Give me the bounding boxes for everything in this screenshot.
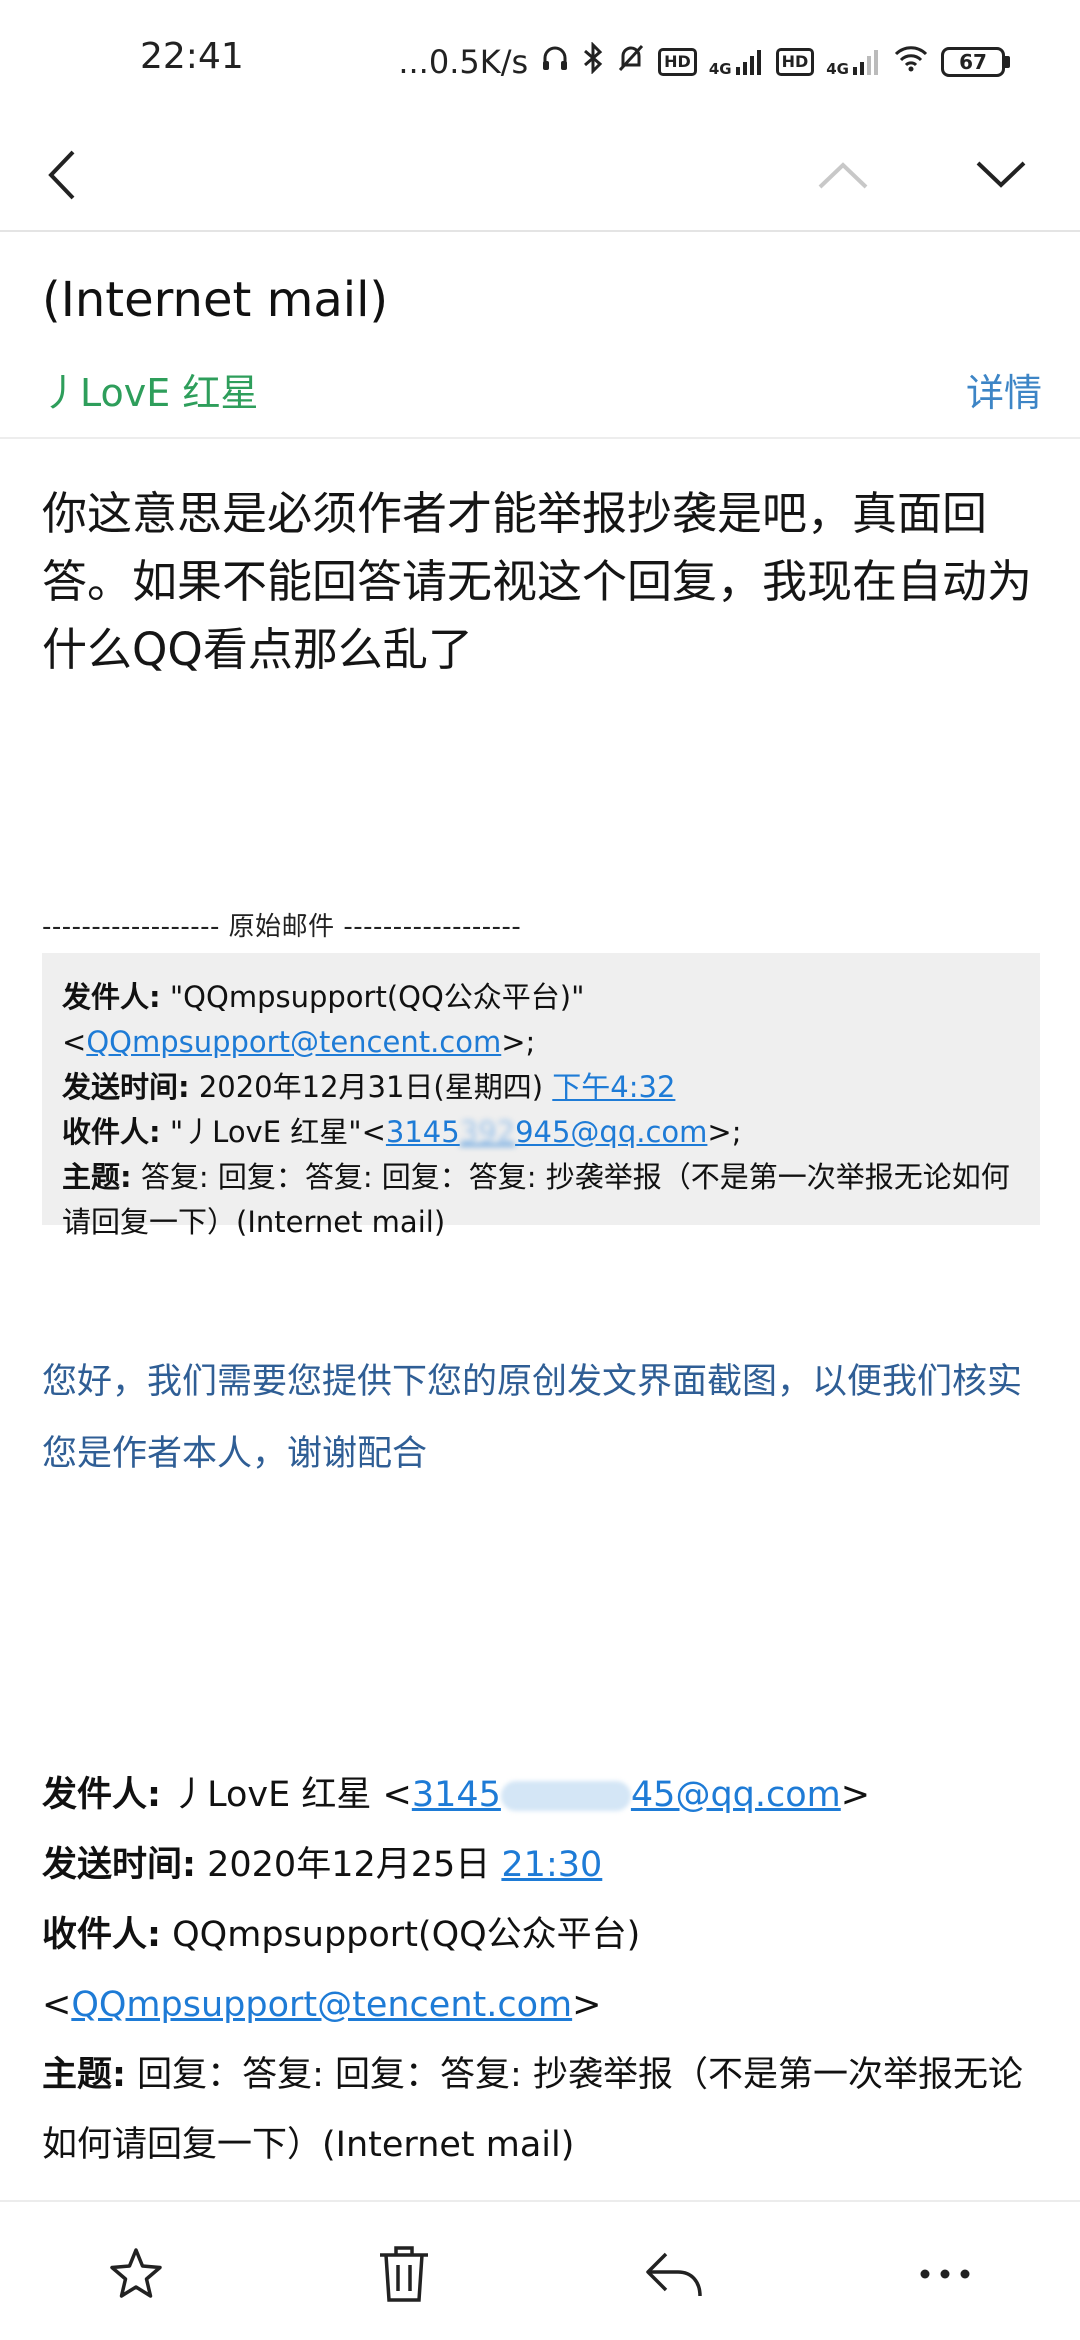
next-mail-button[interactable] <box>966 140 1036 210</box>
divider <box>0 437 1080 439</box>
battery-icon: 67 <box>941 47 1010 77</box>
original-subject-row: 主题: 答复: 回复：答复: 回复：答复: 抄袭举报（不是第一次举报无论如何请回… <box>62 1155 1020 1245</box>
redacted-blur <box>500 1781 631 1811</box>
original-from-label: 发件人: <box>62 980 161 1014</box>
original-time-date: 2020年12月31日(星期四) <box>198 1070 553 1104</box>
original-mail-separator: ------------------ 原始邮件 ----------------… <box>42 912 522 942</box>
details-link[interactable]: 详情 <box>966 362 1042 417</box>
star-icon <box>110 2248 162 2298</box>
reply-button[interactable] <box>634 2234 714 2314</box>
original-to-name: "丿LovE 红星"< <box>169 1115 386 1149</box>
delete-button[interactable] <box>364 2234 444 2314</box>
quoted-to-label: 收件人: <box>42 1915 161 1955</box>
divider <box>0 230 1080 232</box>
more-icon <box>920 2269 970 2279</box>
chevron-down-icon <box>976 161 1026 188</box>
bottom-toolbar <box>0 2200 1080 2340</box>
more-button[interactable] <box>905 2234 985 2314</box>
top-nav <box>0 120 1080 230</box>
quoted-to-email-link[interactable]: QQmpsupport@tencent.com <box>71 1985 572 2025</box>
chevron-left-icon <box>48 150 75 200</box>
battery-level: 67 <box>941 47 1005 77</box>
previous-mail-button[interactable] <box>808 140 878 210</box>
trash-icon <box>380 2246 428 2302</box>
mail-subject: (Internet mail) <box>42 272 389 328</box>
signal-icon: 4G <box>826 47 881 77</box>
quoted-mail-info: 发件人: 丿LovE 红星 <3145 45@qq.com> 发送时间: 2020… <box>42 1760 1042 2180</box>
original-mail-box: 发件人: "QQmpsupport(QQ公众平台)" <QQmpsupport@… <box>42 953 1040 1239</box>
quoted-subject-label: 主题: <box>42 2055 126 2095</box>
quoted-from-row: 发件人: 丿LovE 红星 <3145 45@qq.com> <box>42 1775 871 1815</box>
reply-icon <box>646 2252 702 2297</box>
original-to-row: 收件人: "丿LovE 红星"<3145392945@qq.com>; <box>62 1115 742 1149</box>
sender-name[interactable]: 丿LovE 红星 <box>42 362 258 417</box>
original-from-email-link[interactable]: QQmpsupport@tencent.com <box>86 1025 501 1059</box>
quoted-to-email-row: <QQmpsupport@tencent.com> <box>42 1985 602 2025</box>
status-icons: ...0.5K/s HD 4G HD 4G 67 <box>398 40 1010 84</box>
original-to-email-link[interactable]: 3145392945@qq.com <box>386 1115 708 1149</box>
support-reply-text: 您好，我们需要您提供下您的原创发文界面截图，以便我们核实您是作者本人，谢谢配合 <box>42 1362 1023 1474</box>
bluetooth-icon <box>582 41 604 82</box>
hd-badge: HD <box>658 48 697 76</box>
quoted-time-row: 发送时间: 2020年12月25日 21:30 <box>42 1830 1042 1900</box>
signal-icon: 4G <box>709 47 764 77</box>
mail-body: 你这意思是必须作者才能举报抄袭是吧，真面回答。如果不能回答请无视这个回复，我现在… <box>42 487 1033 676</box>
original-subject-label: 主题: <box>62 1160 132 1194</box>
quoted-time-link[interactable]: 21:30 <box>501 1845 602 1885</box>
hd-badge: HD <box>775 48 815 76</box>
headphones-icon <box>540 43 570 81</box>
original-subject: 答复: 回复：答复: 回复：答复: 抄袭举报（不是第一次举报无论如何请回复一下）… <box>62 1160 1010 1239</box>
network-speed: ...0.5K/s <box>398 43 529 81</box>
status-bar: 22:41 ...0.5K/s HD 4G HD 4G 67 <box>0 0 1080 120</box>
back-button[interactable] <box>28 140 98 210</box>
mute-bell-icon <box>616 42 646 82</box>
quoted-from-email-link[interactable]: 3145 45@qq.com <box>412 1775 841 1815</box>
original-time-link[interactable]: 下午4:32 <box>552 1070 675 1104</box>
chevron-up-icon <box>818 162 868 189</box>
quoted-time-label: 发送时间: <box>42 1845 196 1885</box>
wifi-icon <box>893 43 929 81</box>
quoted-subject-row: 主题: 回复：答复: 回复：答复: 抄袭举报（不是第一次举报无论如何请回复一下）… <box>42 2040 1042 2180</box>
original-time-row: 发送时间: 2020年12月31日(星期四) 下午4:32 <box>62 1065 1020 1110</box>
quoted-time-date: 2020年12月25日 <box>196 1845 502 1885</box>
original-to-label: 收件人: <box>62 1115 161 1149</box>
quoted-from-label: 发件人: <box>42 1775 161 1815</box>
quoted-from-name: 丿LovE 红星 < <box>161 1775 412 1815</box>
quoted-subject: 回复：答复: 回复：答复: 抄袭举报（不是第一次举报无论如何请回复一下）(Int… <box>42 2055 1023 2165</box>
original-time-label: 发送时间: <box>62 1070 190 1104</box>
star-button[interactable] <box>96 2234 176 2314</box>
original-from-row: 发件人: "QQmpsupport(QQ公众平台)" <QQmpsupport@… <box>62 980 585 1059</box>
quoted-to-name: QQmpsupport(QQ公众平台) <box>161 1915 641 1955</box>
quoted-to-row: 收件人: QQmpsupport(QQ公众平台) <box>42 1900 1042 1970</box>
status-time: 22:41 <box>140 36 244 77</box>
